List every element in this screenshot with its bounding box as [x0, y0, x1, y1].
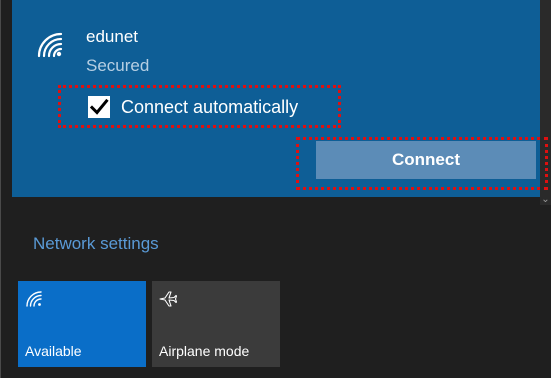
- network-name: edunet: [86, 27, 138, 46]
- connect-automatically-option[interactable]: Connect automatically: [58, 85, 341, 128]
- airplane-mode-tile-label: Airplane mode: [159, 343, 250, 359]
- checkmark-icon: [89, 98, 109, 115]
- network-security-status: Secured: [86, 56, 150, 75]
- wifi-tile-label: Available: [25, 343, 82, 359]
- scroll-down-icon[interactable]: ⌄: [540, 194, 551, 205]
- connect-automatically-label: Connect automatically: [121, 97, 299, 117]
- wifi-signal-icon: [37, 32, 63, 58]
- network-flyout: ⌄ edunet Secured Connect automatically C…: [0, 0, 551, 378]
- airplane-icon: [159, 291, 178, 307]
- panel-edge: [0, 0, 1, 378]
- network-settings-link[interactable]: Network settings: [33, 234, 159, 254]
- wifi-quick-action-tile[interactable]: Available: [18, 281, 146, 367]
- airplane-mode-quick-action-tile[interactable]: Airplane mode: [152, 281, 280, 367]
- wifi-icon: [26, 291, 42, 307]
- connect-button[interactable]: Connect: [316, 141, 536, 179]
- connect-automatically-checkbox[interactable]: [88, 96, 110, 118]
